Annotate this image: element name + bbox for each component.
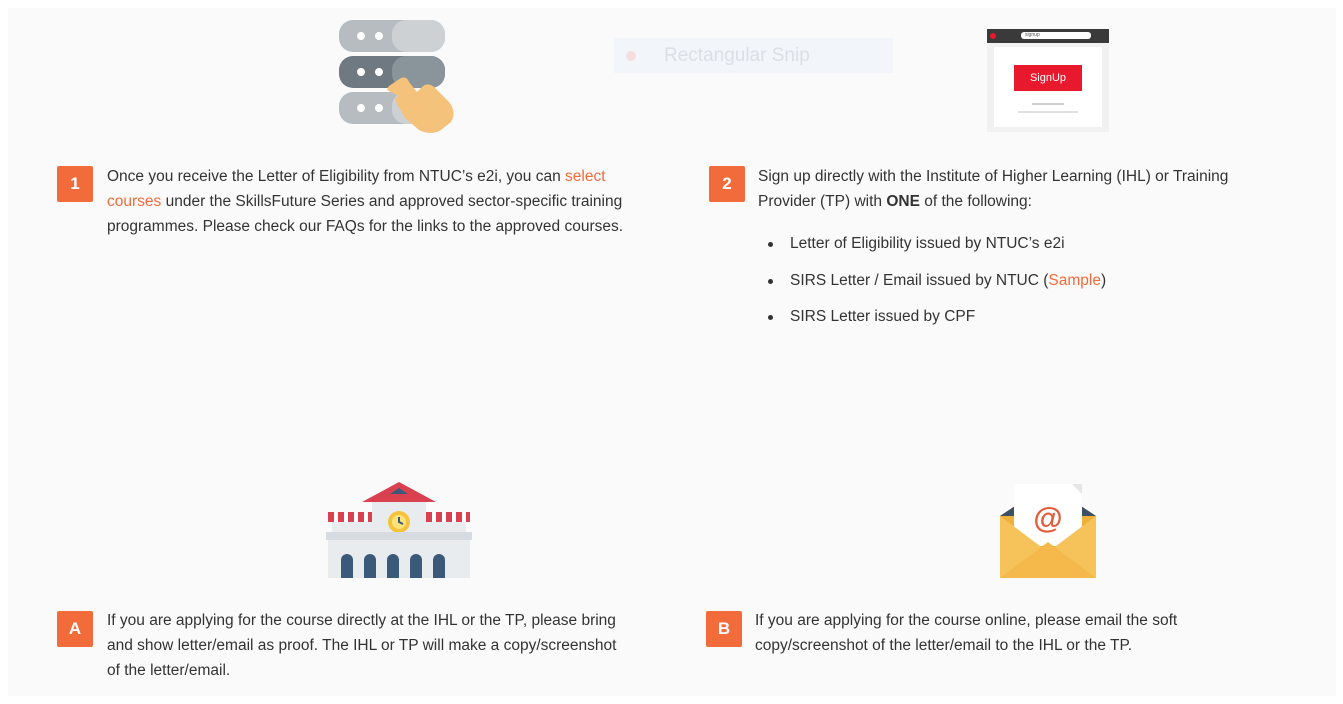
step-1-text-start: Once you receive the Letter of Eligibili… (107, 168, 566, 185)
step-1-line-3: programmes. Please check our FAQs for th… (107, 218, 624, 235)
step-a-line-1: If you are applying for the course direc… (107, 612, 616, 629)
step-a-badge: A (57, 611, 93, 647)
email-envelope-icon: @ (1000, 484, 1096, 578)
step-1-line-2: courses under the SkillsFuture Series an… (107, 189, 707, 214)
select-courses-link[interactable]: select (565, 168, 606, 185)
sample-link[interactable]: Sample (1048, 272, 1101, 289)
bullet-sirs-ntuc-close: ) (1100, 271, 1107, 289)
step-2-text-end: of the following: (919, 193, 1032, 210)
step-b-text: If you are applying for the course onlin… (755, 608, 1315, 658)
step-b-line-1: If you are applying for the course onlin… (755, 612, 1178, 629)
step-2-text-start: Provider (TP) with (758, 193, 887, 210)
step-2-emphasis: ONE (886, 193, 920, 210)
bullet-sirs-cpf: SIRS Letter issued by CPF (768, 304, 1106, 341)
step-1-text-mid: under the SkillsFuture Series and approv… (161, 193, 623, 210)
content-panel (8, 8, 1336, 696)
step-1-line-1: Once you receive the Letter of Eligibili… (107, 164, 707, 189)
step-b-line-2: copy/screenshot of the letter/email to t… (755, 637, 1133, 654)
rectangular-snip-overlay: Rectangular Snip (614, 38, 893, 73)
step-b-badge: B (706, 611, 742, 647)
step-1-text: Once you receive the Letter of Eligibili… (107, 164, 707, 239)
bullet-sirs-ntuc-text: SIRS Letter / Email issued by NTUC ( (790, 271, 1049, 289)
step-2-bullet-list: Letter of Eligibility issued by NTUC’s e… (768, 231, 1106, 341)
server-tap-icon (339, 20, 454, 133)
snip-record-icon (626, 50, 636, 61)
step-1-badge: 1 (57, 166, 93, 202)
step-2-line-1: Sign up directly with the Institute of H… (758, 168, 1229, 185)
browser-signup-icon: signup SignUp (987, 29, 1109, 132)
step-a-line-2: and show letter/email as proof. The IHL … (107, 637, 617, 654)
browser-url-bar: signup (1021, 32, 1091, 39)
bullet-sirs-ntuc: SIRS Letter / Email issued by NTUC (Samp… (768, 268, 1106, 305)
browser-titlebar: signup (987, 29, 1109, 43)
snip-label: Rectangular Snip (664, 44, 810, 66)
step-a-line-3: of the letter/email. (107, 662, 231, 679)
signup-button: SignUp (1014, 65, 1082, 91)
bullet-letter-of-eligibility: Letter of Eligibility issued by NTUC’s e… (768, 231, 1106, 268)
step-2-line-2: Provider (TP) with ONE of the following: (758, 189, 1318, 214)
select-courses-link-cont[interactable]: courses (107, 193, 161, 210)
step-2-text: Sign up directly with the Institute of H… (758, 164, 1318, 214)
building-clock-icon (326, 482, 472, 578)
step-2-badge: 2 (709, 166, 745, 202)
svg-text:@: @ (1033, 502, 1062, 535)
step-a-text: If you are applying for the course direc… (107, 608, 707, 683)
